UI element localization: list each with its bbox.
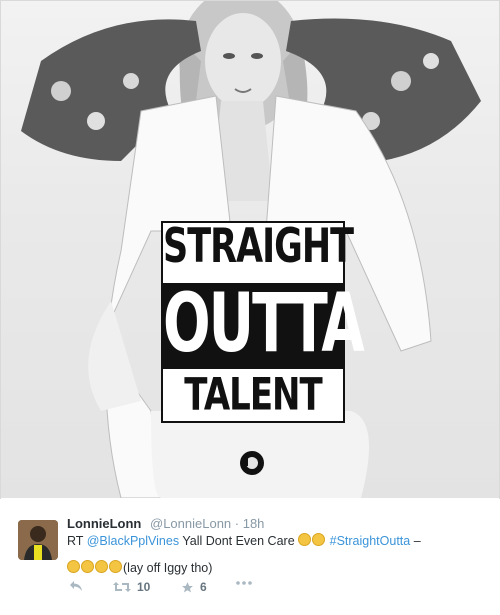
more-icon	[236, 581, 252, 585]
laughing-crying-emoji-icon	[81, 560, 94, 573]
tweet-body-text: Yall Dont Even Care	[182, 534, 295, 548]
laughing-crying-emoji-icon	[312, 533, 326, 546]
laughing-crying-emoji-icon	[109, 560, 122, 573]
user-handle[interactable]: @LonnieLonn	[150, 516, 231, 531]
poster-line-3: TALENT	[184, 369, 322, 421]
reply-button[interactable]	[69, 580, 83, 592]
retweet-icon	[113, 582, 131, 592]
favorite-button[interactable]: 6	[181, 580, 207, 594]
straight-outta-poster: STRAIGHT OUTTA TALENT	[161, 220, 365, 423]
tweet-line-2-text: (lay off Iggy tho)	[123, 561, 213, 575]
tweet-text-line-2: (lay off Iggy tho)	[67, 560, 212, 575]
star-icon	[182, 581, 193, 592]
tweet-photo[interactable]: STRAIGHT OUTTA TALENT	[1, 1, 499, 498]
retweet-count: 10	[137, 580, 151, 594]
user-handle-and-time[interactable]: @LonnieLonn · 18h	[150, 516, 264, 531]
trailing-dash: –	[413, 534, 421, 548]
avatar[interactable]	[18, 520, 58, 560]
user-display-name[interactable]: LonnieLonn	[67, 516, 141, 531]
hashtag-link[interactable]: #StraightOutta	[330, 534, 411, 548]
laughing-crying-emoji-icon	[95, 560, 108, 573]
favorite-count: 6	[200, 580, 207, 594]
reply-icon	[70, 581, 82, 591]
tweet-time[interactable]: · 18h	[235, 516, 265, 531]
mention-link[interactable]: @BlackPplVines	[87, 534, 179, 548]
laughing-crying-emoji-icon	[67, 560, 80, 573]
tweet-text-line-1: RT @BlackPplVines Yall Dont Even Care #S…	[67, 533, 421, 548]
poster-line-1: STRAIGHT	[163, 220, 354, 274]
rt-prefix: RT	[67, 534, 84, 548]
more-button[interactable]	[235, 580, 253, 586]
retweet-button[interactable]: 10	[113, 580, 150, 594]
laughing-crying-emoji-icon	[298, 533, 312, 546]
beats-logo-icon	[240, 451, 264, 475]
